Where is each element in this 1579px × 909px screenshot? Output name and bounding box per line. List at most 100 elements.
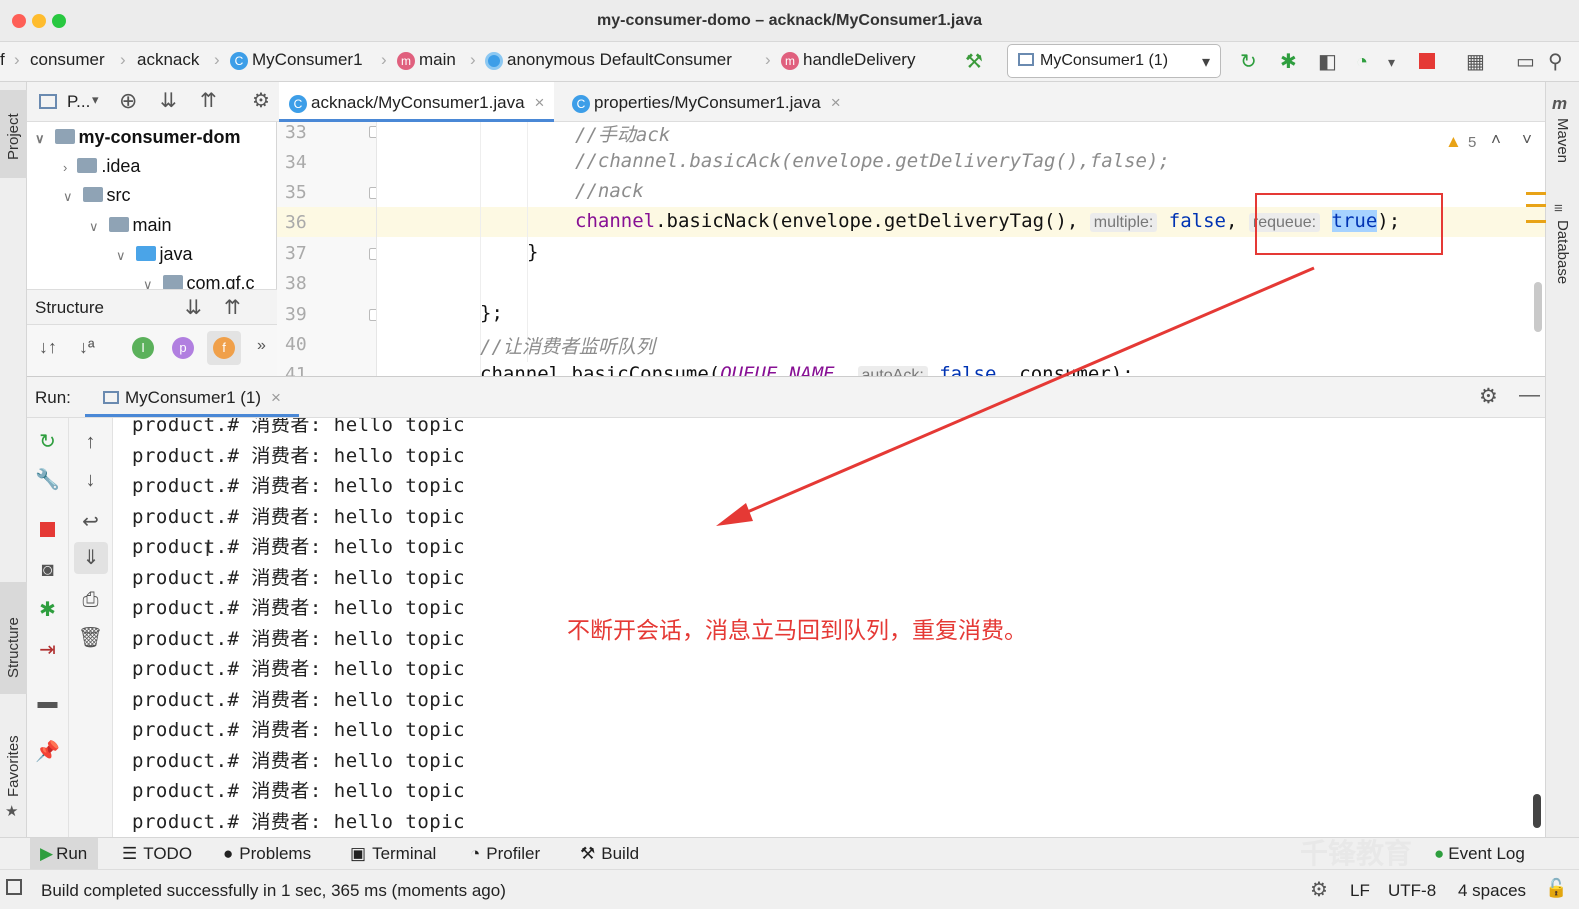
- line-number: 39: [285, 304, 307, 325]
- line-separator[interactable]: LF: [1350, 881, 1370, 901]
- console-line: product.# 消费者: hello topic: [132, 658, 466, 680]
- breadcrumb-anonymous[interactable]: anonymous DefaultConsumer: [485, 50, 732, 70]
- search-icon[interactable]: ⚲: [1548, 50, 1563, 74]
- expand-all-icon[interactable]: ⇊: [185, 295, 202, 320]
- fold-icon[interactable]: [369, 248, 376, 260]
- breadcrumb-myconsumer1[interactable]: C MyConsumer1: [230, 50, 363, 70]
- lock-icon[interactable]: 🔓: [1545, 878, 1567, 899]
- indent-setting[interactable]: 4 spaces: [1458, 881, 1526, 901]
- code-line-35: //nack: [575, 180, 644, 202]
- field-icon: f: [213, 337, 235, 359]
- print-icon[interactable]: ⎙: [69, 588, 112, 612]
- arrow-up-icon[interactable]: ↑: [69, 430, 112, 454]
- wrench-icon[interactable]: 🔧: [27, 468, 68, 492]
- bottom-tab-run[interactable]: ▶ Run: [40, 844, 87, 864]
- tree-item-main[interactable]: ∨ main: [89, 215, 172, 236]
- file-encoding[interactable]: UTF-8: [1388, 881, 1436, 901]
- bottom-tab-problems[interactable]: ● Problems: [223, 844, 311, 864]
- expand-all-icon[interactable]: ⇊: [160, 88, 177, 113]
- debug-icon[interactable]: ✱: [27, 598, 68, 622]
- collapse-all-icon[interactable]: ⇈: [200, 88, 217, 113]
- favorites-tool-button[interactable]: Favorites ★: [0, 717, 27, 822]
- debug-icon[interactable]: ✱: [1280, 50, 1297, 74]
- camera-icon[interactable]: ◙: [27, 558, 68, 582]
- status-bar: Build completed successfully in 1 sec, 3…: [0, 869, 1579, 909]
- breadcrumb-consumer[interactable]: consumer: [30, 50, 105, 70]
- gear-icon[interactable]: ⚙: [1310, 877, 1328, 902]
- folder-icon: [54, 129, 75, 144]
- project-structure-icon[interactable]: ▦: [1466, 50, 1485, 74]
- show-inherited-icon[interactable]: I: [132, 337, 154, 359]
- title-bar: my-consumer-domo – acknack/MyConsumer1.j…: [0, 0, 1579, 42]
- close-tab-icon[interactable]: ×: [271, 388, 281, 407]
- bottom-tab-profiler[interactable]: ◔ Profiler: [470, 844, 540, 864]
- chevron-up-icon[interactable]: ˄: [1491, 130, 1501, 150]
- line-number: 36: [285, 212, 307, 233]
- collapse-all-icon[interactable]: ⇈: [224, 295, 241, 320]
- tab-properties-myconsumer1[interactable]: Cproperties/MyConsumer1.java ×: [562, 82, 851, 122]
- run-toolbar-secondary: ↑ ↓ ↩ ⇓ ⎙ 🗑: [69, 418, 113, 837]
- info-icon: ●: [223, 844, 234, 863]
- chevron-down-icon[interactable]: ˅: [1522, 130, 1532, 150]
- more-run-options-icon[interactable]: ▾: [1388, 50, 1395, 74]
- minimize-icon[interactable]: —: [1519, 383, 1540, 407]
- bottom-tab-todo[interactable]: ☰ TODO: [122, 844, 192, 864]
- gear-icon[interactable]: ⚙: [252, 88, 270, 113]
- tab-acknack-myconsumer1[interactable]: Cacknack/MyConsumer1.java ×: [279, 82, 555, 122]
- warning-icon[interactable]: ▲: [1445, 132, 1462, 152]
- profile-icon[interactable]: ◔: [1356, 50, 1368, 74]
- editor-scrollbar[interactable]: [1534, 282, 1542, 332]
- breadcrumb-main[interactable]: m main: [397, 50, 456, 70]
- show-fields-button[interactable]: f: [207, 331, 241, 365]
- tree-item-package[interactable]: ∨ com.qf.c: [143, 273, 255, 289]
- close-tab-icon[interactable]: ×: [831, 93, 841, 112]
- layout-icon[interactable]: ▭: [1516, 50, 1535, 74]
- tree-item-src[interactable]: ∨ src: [63, 185, 131, 206]
- more-icon[interactable]: »: [257, 337, 266, 355]
- bottom-tab-build[interactable]: ⚒ Build: [580, 844, 639, 864]
- event-log-button[interactable]: ● Event Log: [1434, 844, 1525, 864]
- build-hammer-icon[interactable]: ⚒: [965, 50, 983, 74]
- pin-icon[interactable]: 📌: [27, 740, 68, 764]
- tree-item-java[interactable]: ∨ java: [116, 244, 193, 265]
- rerun-icon[interactable]: ↻: [27, 430, 68, 454]
- fold-icon[interactable]: [369, 126, 376, 138]
- trash-icon[interactable]: 🗑: [69, 626, 112, 650]
- project-view-select[interactable]: P...: [67, 92, 90, 112]
- structure-tool-button[interactable]: Structure: [0, 582, 27, 694]
- show-properties-icon[interactable]: p: [172, 337, 194, 359]
- gear-icon[interactable]: ⚙: [1479, 384, 1498, 409]
- login-icon[interactable]: ⇥: [27, 638, 68, 662]
- tree-item-idea[interactable]: › .idea: [63, 156, 140, 177]
- chevron-right-icon: ›: [381, 50, 387, 69]
- run-config-select[interactable]: MyConsumer1 (1) ▾: [1007, 44, 1221, 78]
- panel-toggle-icon[interactable]: [6, 879, 22, 895]
- console-scrollbar[interactable]: [1533, 794, 1541, 828]
- locate-icon[interactable]: ⊕: [119, 88, 137, 114]
- soft-wrap-icon[interactable]: ↩: [69, 510, 112, 534]
- maven-tool-button[interactable]: Maven: [1554, 118, 1571, 163]
- console-line: product.# 消费者: hello topic: [132, 628, 466, 650]
- sort-alphabetically-icon[interactable]: ↓ª: [79, 337, 95, 358]
- project-tool-button[interactable]: Project: [0, 90, 27, 178]
- chevron-right-icon: ›: [765, 50, 771, 69]
- stop-icon[interactable]: [1419, 53, 1435, 69]
- event-log-icon: ●: [1434, 844, 1445, 863]
- coverage-icon[interactable]: ◧: [1318, 50, 1337, 74]
- database-tool-button[interactable]: Database: [1554, 220, 1571, 284]
- breadcrumb-acknack[interactable]: acknack: [137, 50, 199, 70]
- fold-icon[interactable]: [369, 309, 376, 321]
- rerun-icon[interactable]: ↻: [1240, 50, 1257, 74]
- breadcrumb-handledelivery[interactable]: m handleDelivery: [781, 50, 915, 70]
- stop-icon[interactable]: [40, 522, 55, 537]
- arrow-down-icon[interactable]: ↓: [69, 468, 112, 492]
- bottom-tab-terminal[interactable]: ▣ Terminal: [350, 844, 436, 864]
- breadcrumb-lead[interactable]: f: [0, 50, 5, 70]
- layout-icon[interactable]: ▬: [27, 690, 68, 714]
- fold-icon[interactable]: [369, 187, 376, 199]
- scroll-to-end-button[interactable]: ⇓: [74, 542, 108, 574]
- close-tab-icon[interactable]: ×: [535, 93, 545, 112]
- run-tab-myconsumer1[interactable]: MyConsumer1 (1) ×: [85, 377, 299, 417]
- sort-by-type-icon[interactable]: ↓↑: [39, 337, 57, 358]
- tree-item-root[interactable]: ∨ my-consumer-dom: [35, 127, 241, 148]
